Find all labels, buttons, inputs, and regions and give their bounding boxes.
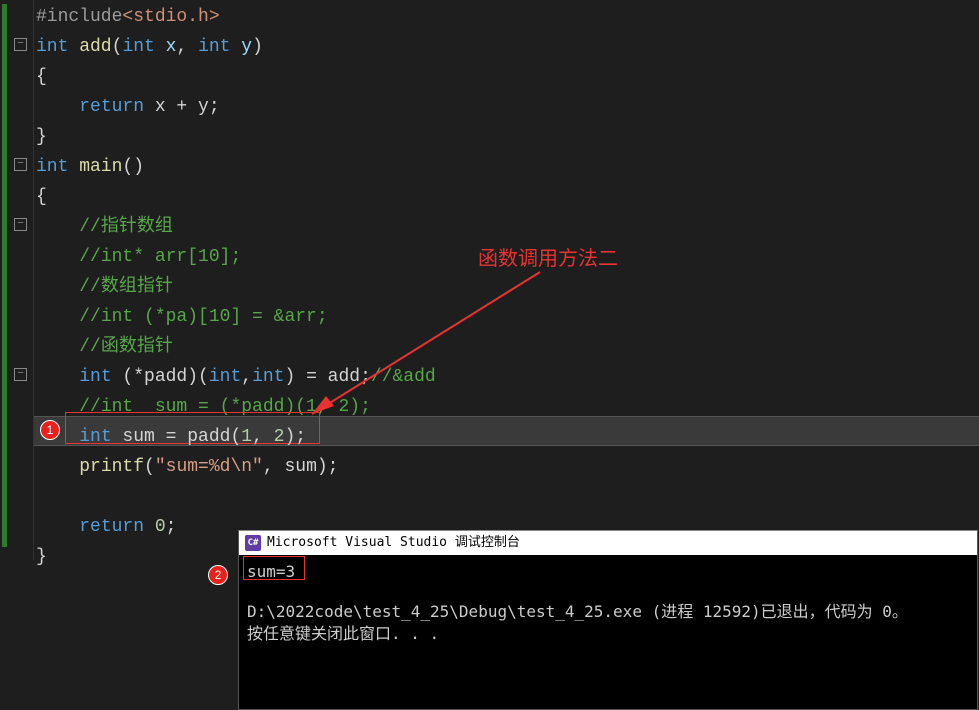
fold-icon[interactable]: −: [14, 218, 27, 231]
annotation-badge-2: 2: [208, 565, 228, 585]
code-line: {: [36, 182, 979, 212]
code-line: //指针数组: [36, 212, 979, 242]
fold-icon[interactable]: −: [14, 158, 27, 171]
code-line: //int (*pa)[10] = &arr;: [36, 302, 979, 332]
console-output-line: sum=3: [247, 561, 295, 583]
annotation-badge-1: 1: [40, 420, 60, 440]
editor-gutter: − − − −: [0, 0, 34, 560]
vs-icon: C#: [245, 535, 261, 551]
console-body: sum=3 D:\2022code\test_4_25\Debug\test_4…: [239, 555, 977, 651]
fold-icon[interactable]: −: [14, 38, 27, 51]
debug-console-window[interactable]: C# Microsoft Visual Studio 调试控制台 sum=3 D…: [238, 530, 978, 710]
annotation-label: 函数调用方法二: [478, 242, 618, 271]
code-line: #include<stdio.h>: [36, 2, 979, 32]
code-line: //int sum = (*padd)(1, 2);: [36, 392, 979, 422]
code-content[interactable]: #include<stdio.h> int add(int x, int y) …: [36, 2, 979, 572]
console-title-text: Microsoft Visual Studio 调试控制台: [267, 531, 520, 555]
code-editor[interactable]: − − − − #include<stdio.h> int add(int x,…: [0, 0, 979, 710]
code-line: int (*padd)(int,int) = add;//&add: [36, 362, 979, 392]
code-line: printf("sum=%d\n", sum);: [36, 452, 979, 482]
code-line: {: [36, 62, 979, 92]
console-prompt-line: 按任意键关闭此窗口. . .: [247, 623, 969, 645]
code-line: [36, 482, 979, 512]
code-line: }: [36, 122, 979, 152]
code-line: //函数指针: [36, 332, 979, 362]
console-exit-line: D:\2022code\test_4_25\Debug\test_4_25.ex…: [247, 601, 969, 623]
code-line: int add(int x, int y): [36, 32, 979, 62]
code-line: int main(): [36, 152, 979, 182]
code-line: int sum = padd(1, 2);: [36, 422, 979, 452]
console-titlebar[interactable]: C# Microsoft Visual Studio 调试控制台: [239, 531, 977, 555]
change-indicator: [2, 4, 7, 547]
code-line: //数组指针: [36, 272, 979, 302]
fold-icon[interactable]: −: [14, 368, 27, 381]
code-line: return x + y;: [36, 92, 979, 122]
